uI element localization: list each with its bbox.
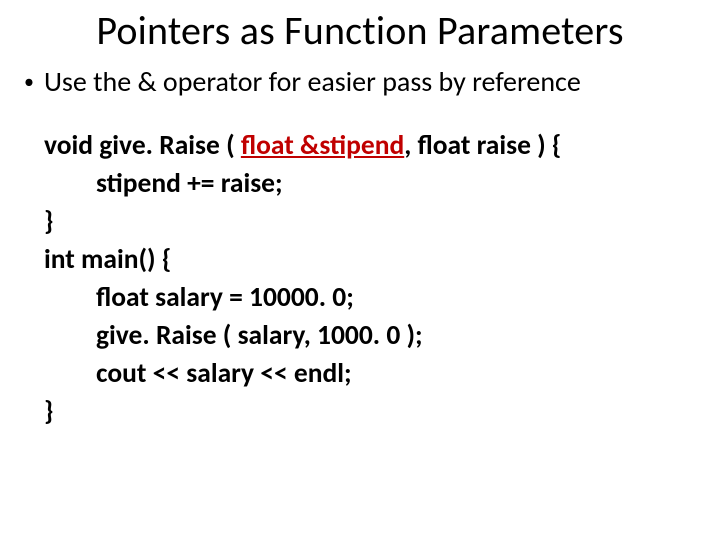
ref-param: float &stipend [241, 129, 404, 162]
fn-sig-pre: void give. Raise ( [44, 129, 241, 162]
code-line-8: } [44, 393, 700, 431]
code-line-7: cout << salary << endl; [44, 355, 700, 393]
slide-title: Pointers as Function Parameters [20, 6, 700, 55]
bullet-text: Use the & operator for easier pass by re… [44, 65, 581, 99]
code-block: void give. Raise ( float &stipend, float… [44, 127, 700, 431]
code-line-6: give. Raise ( salary, 1000. 0 ); [44, 317, 700, 355]
code-line-1: void give. Raise ( float &stipend, float… [44, 127, 700, 165]
bullet-item: • Use the & operator for easier pass by … [20, 65, 700, 99]
slide: Pointers as Function Parameters • Use th… [0, 0, 720, 540]
code-line-4: int main() { [44, 241, 700, 279]
bullet-dot: • [24, 65, 34, 99]
code-line-5: float salary = 10000. 0; [44, 279, 700, 317]
code-line-3: } [44, 203, 700, 241]
code-line-2: stipend += raise; [44, 165, 700, 203]
fn-sig-post: , float raise ) { [404, 129, 561, 162]
